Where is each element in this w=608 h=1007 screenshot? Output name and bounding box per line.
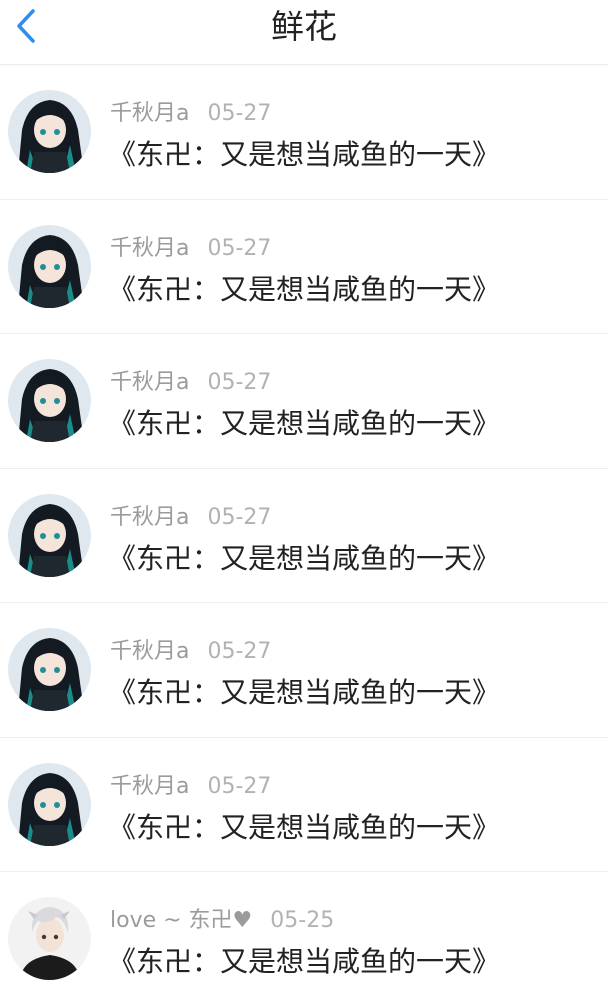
item-text: 《东卍：又是想当咸鱼的一天》	[108, 407, 501, 440]
item-text: 《东卍：又是想当咸鱼的一天》	[108, 541, 501, 575]
item-meta: 千秋月a 05-27	[110, 768, 271, 800]
avatar[interactable]	[8, 224, 91, 308]
item-text: 《东卍：又是想当咸鱼的一天》	[108, 945, 501, 978]
item-text: 《东卍：又是想当咸鱼的一天》	[108, 676, 501, 709]
list-item[interactable]: love ~ 东卍♥ 05-25 《东卍：又是想当咸鱼的一天》	[0, 872, 608, 1007]
username[interactable]: 千秋月a	[110, 774, 189, 799]
username[interactable]: love ~ 东卍♥	[110, 908, 252, 933]
list-item[interactable]: 千秋月a 05-27 《东卍：又是想当咸鱼的一天》	[0, 200, 608, 334]
item-text: 《东卍：又是想当咸鱼的一天》	[108, 272, 501, 306]
list-item[interactable]: 千秋月a 05-27 《东卍：又是想当咸鱼的一天》	[0, 334, 608, 469]
flower-list: 千秋月a 05-27 《东卍：又是想当咸鱼的一天》 千秋月a 05-27 《东卍：又…	[0, 65, 608, 1007]
username[interactable]: 千秋月a	[110, 639, 189, 664]
post-date: 05-27	[207, 773, 272, 799]
avatar[interactable]	[8, 359, 91, 442]
top-navigation-bar: 鲜花	[0, 0, 608, 65]
avatar[interactable]	[8, 762, 91, 846]
item-meta: 千秋月a 05-27	[110, 230, 271, 262]
post-date: 05-27	[207, 639, 272, 664]
post-date: 05-27	[207, 504, 272, 530]
item-text: 《东卍：又是想当咸鱼的一天》	[108, 138, 501, 171]
list-item[interactable]: 千秋月a 05-27 《东卍：又是想当咸鱼的一天》	[0, 738, 608, 872]
item-meta: 千秋月a 05-27	[110, 633, 271, 665]
avatar[interactable]	[8, 493, 91, 577]
username[interactable]: 千秋月a	[110, 101, 189, 126]
item-meta: 千秋月a 05-27	[110, 95, 271, 127]
username[interactable]: 千秋月a	[110, 236, 189, 261]
username[interactable]: 千秋月a	[110, 505, 189, 530]
avatar[interactable]	[8, 628, 91, 711]
item-text: 《东卍：又是想当咸鱼的一天》	[108, 810, 501, 844]
item-meta: love ~ 东卍♥ 05-25	[110, 902, 334, 934]
post-date: 05-27	[207, 101, 272, 126]
post-date: 05-25	[270, 908, 335, 933]
username[interactable]: 千秋月a	[110, 370, 189, 395]
avatar[interactable]	[8, 897, 91, 980]
list-item[interactable]: 千秋月a 05-27 《东卍：又是想当咸鱼的一天》	[0, 65, 608, 200]
post-date: 05-27	[207, 235, 272, 261]
avatar[interactable]	[8, 90, 91, 173]
list-item[interactable]: 千秋月a 05-27 《东卍：又是想当咸鱼的一天》	[0, 469, 608, 603]
page-title: 鲜花	[271, 7, 337, 46]
item-meta: 千秋月a 05-27	[110, 364, 271, 396]
post-date: 05-27	[207, 370, 272, 395]
list-item[interactable]: 千秋月a 05-27 《东卍：又是想当咸鱼的一天》	[0, 603, 608, 738]
item-meta: 千秋月a 05-27	[110, 499, 271, 531]
